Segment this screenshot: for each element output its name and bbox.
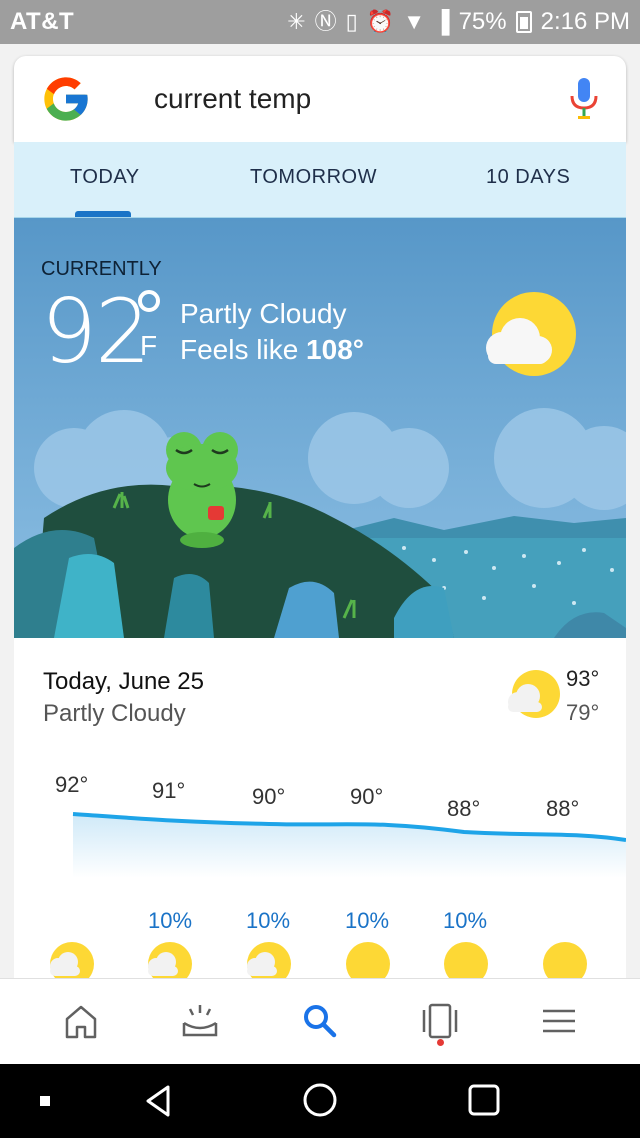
battery-percent: 75% xyxy=(458,8,507,35)
home-button-icon[interactable] xyxy=(302,1082,338,1118)
feels-like-prefix: Feels like xyxy=(180,334,307,365)
hourly-precip: 10% xyxy=(443,908,488,933)
partly-cloudy-icon xyxy=(148,942,192,980)
partly-cloudy-icon xyxy=(50,942,94,980)
current-temperature: 92 xyxy=(41,280,151,383)
clock: 2:16 PM xyxy=(540,8,630,35)
feels-like-value: 108° xyxy=(306,334,364,365)
recent-icon[interactable] xyxy=(418,999,462,1043)
wifi-icon: ▼ xyxy=(403,9,425,34)
tab-10-days[interactable]: 10 DAYS xyxy=(486,166,570,189)
hourly-temp: 88° xyxy=(447,796,481,821)
tab-indicator xyxy=(75,211,131,217)
back-icon[interactable] xyxy=(142,1084,174,1118)
forecast-date: Today, June 25 xyxy=(43,668,205,695)
low-temperature: 79° xyxy=(566,700,600,725)
status-indicator-icon xyxy=(40,1096,50,1106)
search-query[interactable]: current temp xyxy=(154,83,568,115)
currently-label: CURRENTLY xyxy=(41,258,162,280)
forecast-condition: Partly Cloudy xyxy=(43,700,186,727)
current-weather-hero: CURRENTLY 92 F Partly Cloudy Feels like … xyxy=(14,218,626,638)
system-navigation-bar xyxy=(0,1064,640,1138)
forecast-tabs: TODAY TOMORROW 10 DAYS xyxy=(14,142,626,218)
hourly-temp: 90° xyxy=(252,784,286,809)
nfc-icon: Ⓝ xyxy=(314,9,337,34)
bottom-navigation xyxy=(0,978,640,1064)
hourly-temp: 91° xyxy=(152,778,186,803)
tab-tomorrow[interactable]: TOMORROW xyxy=(250,166,377,189)
home-icon[interactable] xyxy=(59,999,103,1043)
current-condition: Partly Cloudy xyxy=(180,298,347,329)
google-g-icon xyxy=(44,77,88,121)
battery-icon xyxy=(515,11,532,33)
high-temperature: 93° xyxy=(566,666,600,691)
signal-icon: ▐ xyxy=(433,9,450,34)
temperature-unit: F xyxy=(140,330,158,361)
degree-symbol xyxy=(138,290,160,312)
notification-badge xyxy=(437,1039,444,1046)
hourly-precip: 10% xyxy=(246,908,291,933)
status-bar: AT&T ✳ Ⓝ ▯ ⏰ ▼ ▐ 75% 2:16 PM xyxy=(0,0,640,44)
microphone-icon[interactable] xyxy=(568,76,600,122)
status-icons: ✳ Ⓝ ▯ ⏰ ▼ ▐ 75% 2:16 PM xyxy=(287,8,630,36)
updates-icon[interactable] xyxy=(178,999,222,1043)
search-icon[interactable] xyxy=(298,999,342,1043)
vibrate-icon: ▯ xyxy=(345,9,358,34)
hourly-precip: 10% xyxy=(148,908,193,933)
carrier-label: AT&T xyxy=(10,8,75,35)
partly-cloudy-icon xyxy=(486,292,576,376)
partly-cloudy-icon xyxy=(508,670,560,718)
hourly-temp: 88° xyxy=(546,796,580,821)
hourly-precip: 10% xyxy=(345,908,390,933)
overview-icon[interactable] xyxy=(467,1083,501,1117)
hourly-temperature-graph xyxy=(72,812,626,878)
bluetooth-icon: ✳ xyxy=(287,9,306,34)
sunny-icon xyxy=(346,942,390,980)
hourly-temp: 90° xyxy=(350,784,384,809)
hourly-temp: 92° xyxy=(55,772,89,797)
today-forecast-card: Today, June 25 Partly Cloudy 93° 79° 92°… xyxy=(14,638,626,980)
feels-like: Feels like 108° xyxy=(180,334,364,366)
sunny-icon xyxy=(444,942,488,980)
sunny-icon xyxy=(543,942,587,980)
tab-today[interactable]: TODAY xyxy=(70,166,140,189)
search-bar[interactable]: current temp xyxy=(14,56,626,142)
partly-cloudy-icon xyxy=(247,942,291,980)
alarm-icon: ⏰ xyxy=(366,9,395,34)
menu-icon[interactable] xyxy=(537,999,581,1043)
